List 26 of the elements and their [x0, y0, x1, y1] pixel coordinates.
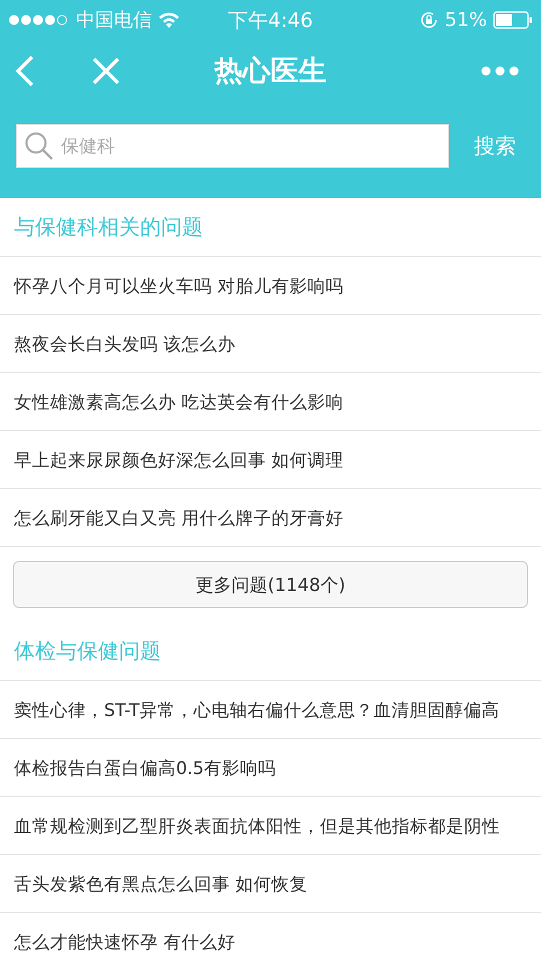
question-item[interactable]: 体检报告白蛋白偏高0.5有影响吗 [0, 739, 541, 797]
search-field[interactable]: 保健科 [16, 124, 449, 168]
question-item[interactable]: 熬夜会长白头发吗 该怎么办 [0, 315, 541, 373]
question-item[interactable]: 舌头发紫色有黑点怎么回事 如何恢复 [0, 855, 541, 913]
question-item[interactable]: 窦性心律，ST-T异常，心电轴右偏什么意思？血清胆固醇偏高 [0, 681, 541, 739]
close-button[interactable] [92, 57, 120, 85]
battery-percent: 51% [444, 9, 487, 31]
signal-icon [8, 14, 70, 26]
question-item[interactable]: 女性雄激素高怎么办 吃达英会有什么影响 [0, 373, 541, 431]
search-icon [24, 131, 54, 161]
question-item[interactable]: 怎么才能快速怀孕 有什么好 [0, 913, 541, 960]
carrier-name: 中国电信 [76, 8, 152, 33]
rotation-lock-icon [418, 10, 439, 30]
question-item[interactable]: 血常规检测到乙型肝炎表面抗体阳性，但是其他指标都是阴性 [0, 797, 541, 855]
back-button[interactable] [14, 55, 36, 87]
section-title: 与保健科相关的问题 [14, 214, 203, 241]
clock-time: 下午4:46 [228, 8, 313, 32]
question-item[interactable]: 早上起来尿尿颜色好深怎么回事 如何调理 [0, 431, 541, 489]
question-item[interactable]: 怎么刷牙能又白又亮 用什么牌子的牙膏好 [0, 489, 541, 547]
page-title: 热心医生 [214, 54, 326, 87]
more-button[interactable] [481, 66, 519, 76]
more-questions-button[interactable]: 更多问题(1148个) [13, 561, 528, 608]
battery-icon [493, 11, 533, 29]
wifi-icon [158, 12, 180, 28]
section-title: 体检与保健问题 [14, 638, 161, 665]
question-item[interactable]: 怀孕八个月可以坐火车吗 对胎儿有影响吗 [0, 257, 541, 315]
